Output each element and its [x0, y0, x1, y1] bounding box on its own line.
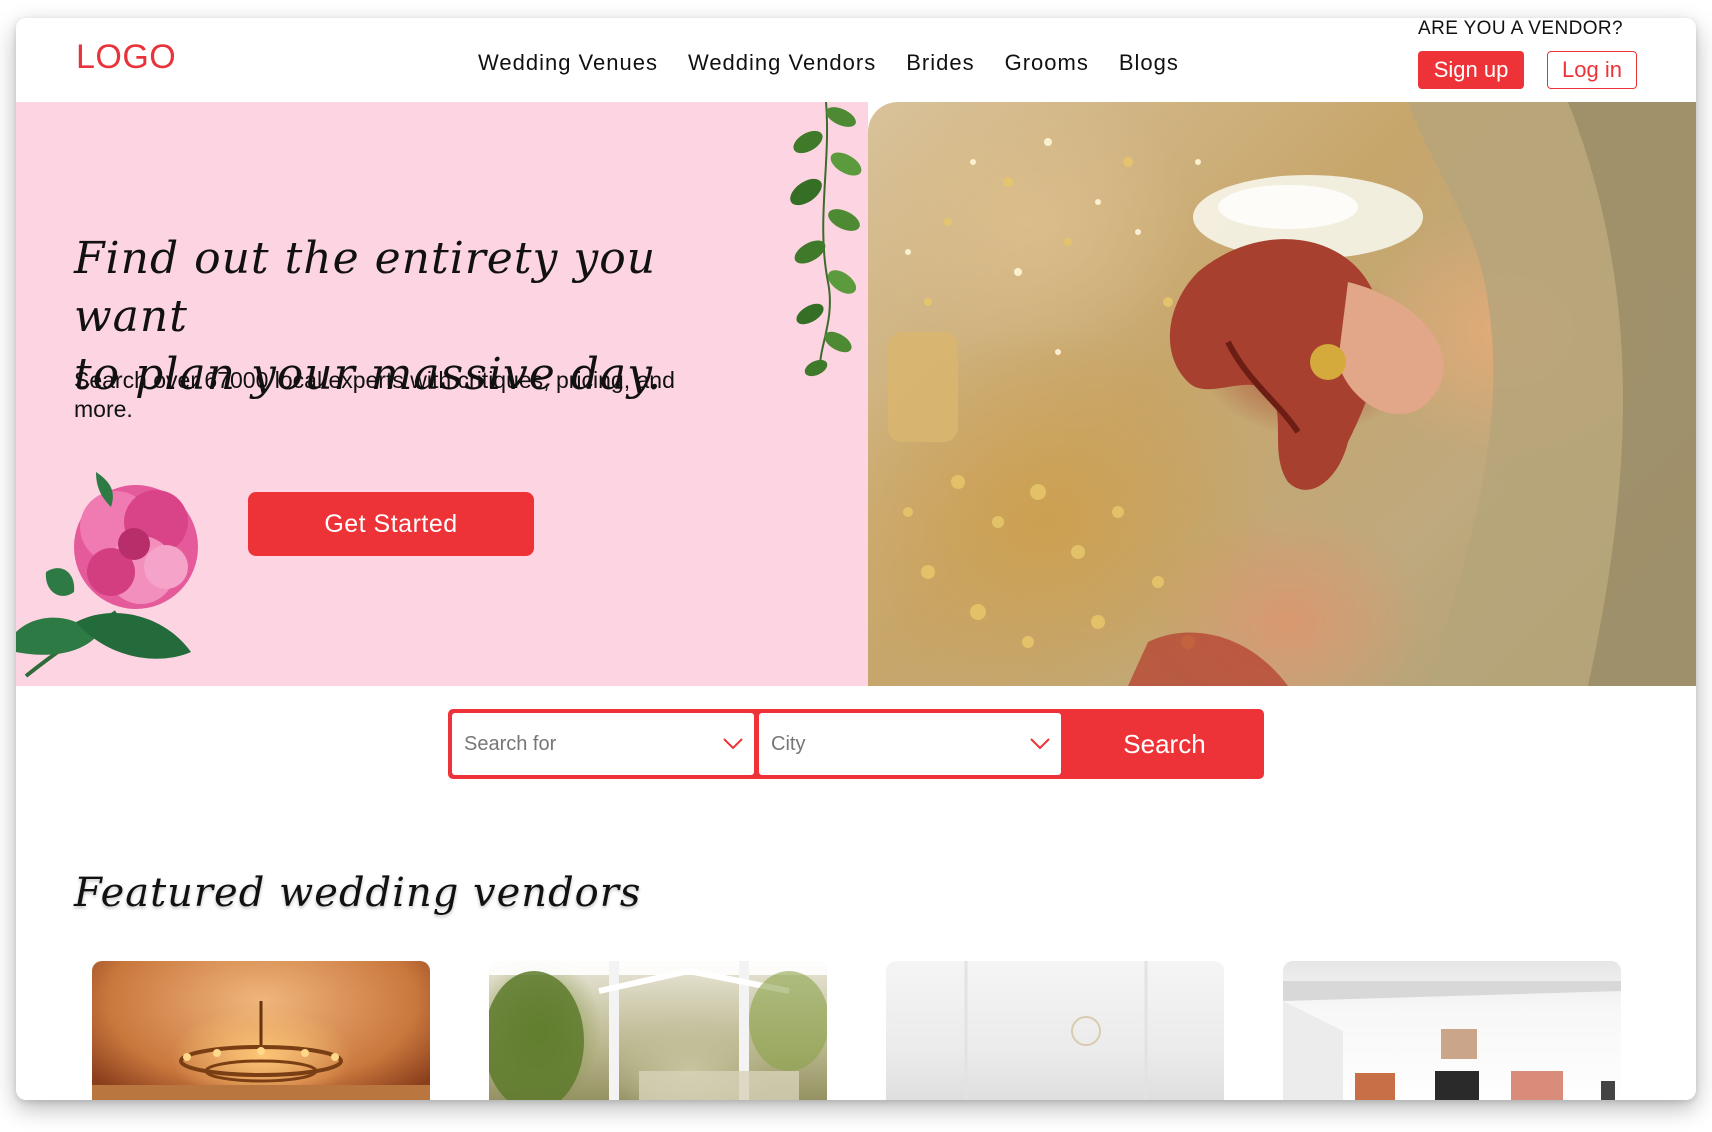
city-select[interactable]: City	[759, 713, 1061, 775]
hero-section: Find out the entirety you want to plan y…	[16, 102, 1696, 686]
nav-wedding-venues[interactable]: Wedding Venues	[478, 50, 658, 76]
search-button[interactable]: Search	[1065, 709, 1264, 779]
search-for-select[interactable]: Search for	[452, 713, 754, 775]
chevron-down-icon	[723, 738, 743, 750]
hero-photo	[868, 102, 1696, 686]
signup-button[interactable]: Sign up	[1418, 51, 1524, 89]
nav-blogs[interactable]: Blogs	[1119, 50, 1179, 76]
photo-gallery-icon	[1283, 981, 1621, 1100]
vendor-card-photo-studio[interactable]	[1283, 961, 1621, 1100]
site-logo[interactable]: LOGO	[76, 38, 176, 77]
nav-grooms[interactable]: Grooms	[1005, 50, 1089, 76]
featured-title: Featured wedding vendors	[74, 870, 642, 916]
search-bar: Search for City Search	[448, 709, 1264, 779]
get-started-button[interactable]: Get Started	[248, 492, 534, 556]
vendor-card-white-tent[interactable]	[886, 961, 1224, 1100]
site-header: LOGO Wedding Venues Wedding Vendors Brid…	[16, 18, 1696, 102]
city-placeholder: City	[771, 733, 806, 755]
hero-text-panel: Find out the entirety you want to plan y…	[16, 102, 868, 686]
vendor-question: ARE YOU A VENDOR?	[1418, 18, 1623, 39]
chevron-down-icon	[1030, 738, 1050, 750]
main-nav: Wedding Venues Wedding Vendors Brides Gr…	[478, 50, 1209, 76]
vendor-card-garden-venue[interactable]	[489, 961, 827, 1100]
hero-photo-illustration	[888, 102, 1696, 686]
nav-wedding-vendors[interactable]: Wedding Vendors	[688, 50, 876, 76]
hanging-vine-icon	[790, 102, 862, 377]
login-button[interactable]: Log in	[1547, 51, 1637, 89]
peony-flower-icon	[16, 472, 198, 678]
tent-interior-icon	[964, 961, 1148, 1100]
vendor-card-chandelier-hall[interactable]	[92, 961, 430, 1100]
browser-frame: LOGO Wedding Venues Wedding Vendors Brid…	[16, 18, 1696, 1100]
garden-pergola-icon	[489, 961, 827, 1100]
hero-title-line1: Find out the entirety you want	[74, 233, 657, 342]
hero-subtitle: Search over 67000 local experts with cri…	[74, 367, 675, 422]
search-for-placeholder: Search for	[464, 733, 557, 755]
chandelier-icon	[92, 1001, 430, 1100]
nav-brides[interactable]: Brides	[906, 50, 974, 76]
